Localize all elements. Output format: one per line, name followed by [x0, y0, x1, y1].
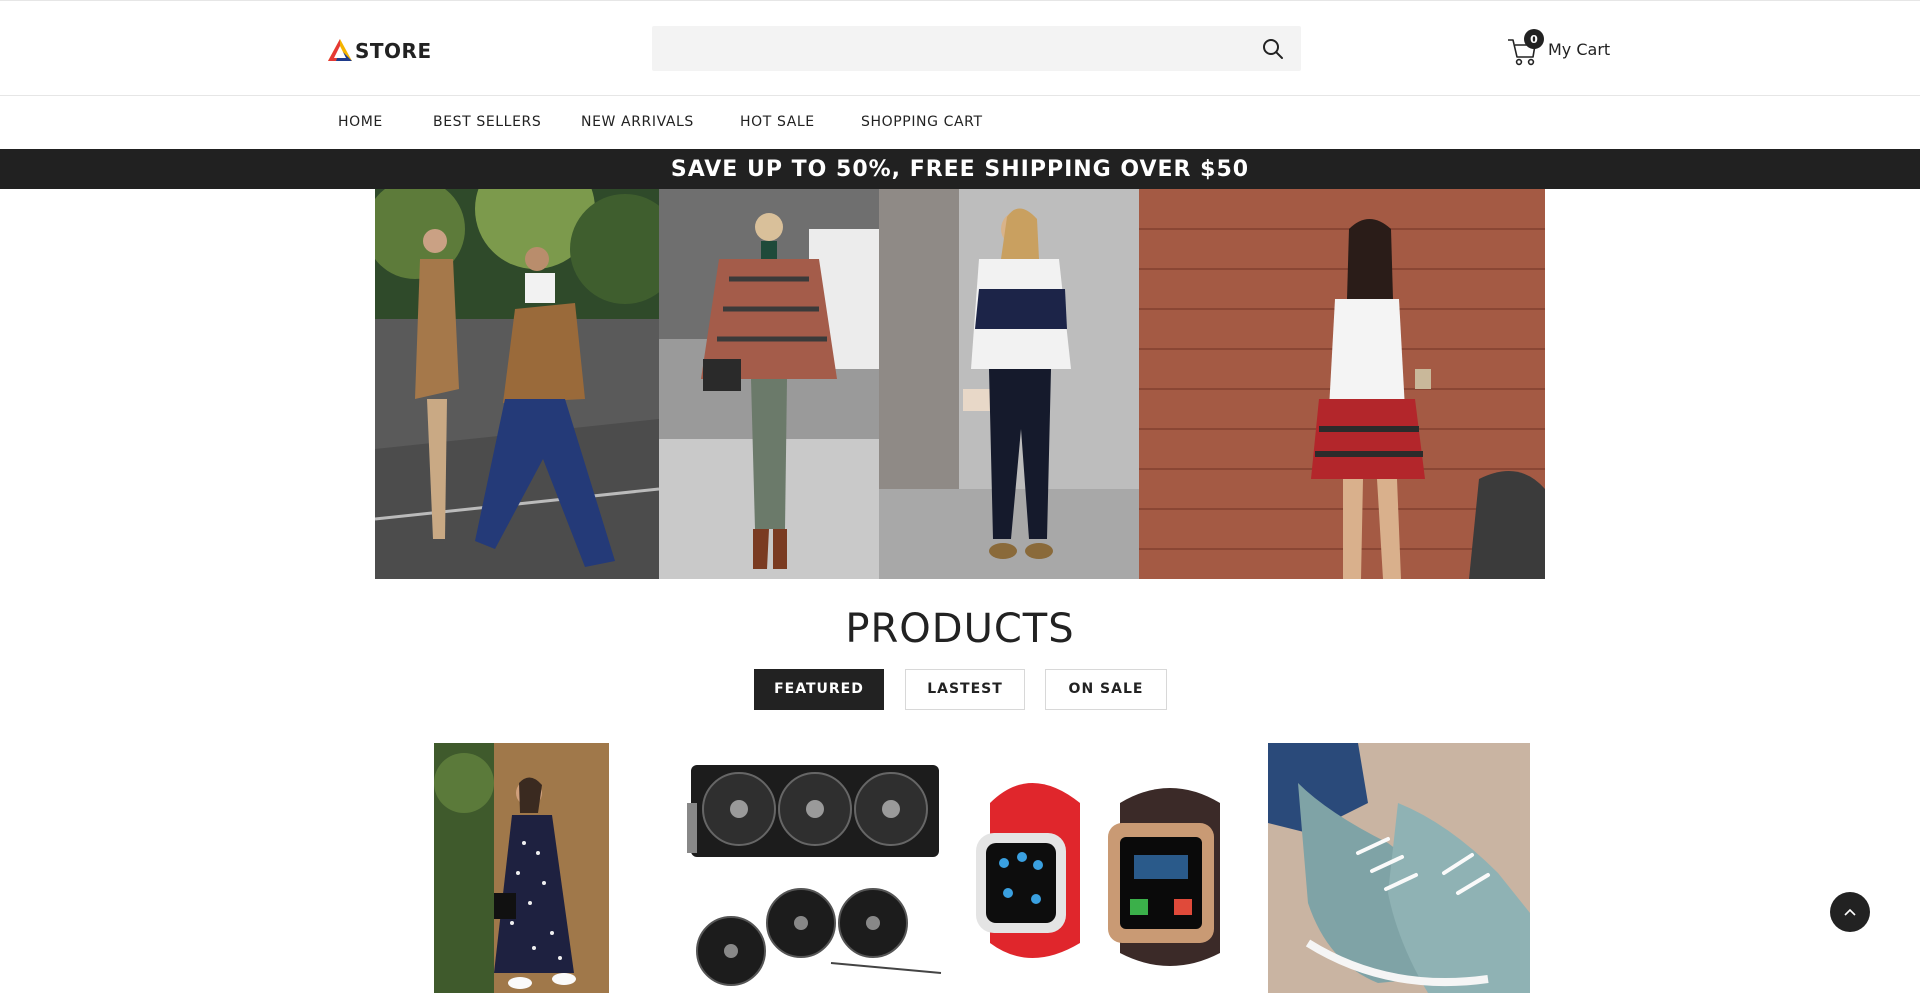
- logo-icon: [328, 39, 352, 61]
- banner-image-3: [879, 189, 1139, 579]
- product-card-smartwatch[interactable]: [970, 743, 1240, 993]
- main-nav: HOME BEST SELLERS NEW ARRIVALS HOT SALE …: [0, 96, 1920, 149]
- nav-item-new-arrivals[interactable]: NEW ARRIVALS: [581, 96, 694, 149]
- product-image-graphics-card: [681, 743, 947, 993]
- banner-image-4: [1139, 189, 1545, 579]
- nav-item-best-sellers[interactable]: BEST SELLERS: [433, 96, 541, 149]
- search-icon[interactable]: [1261, 37, 1285, 61]
- cart-label: My Cart: [1548, 39, 1611, 59]
- site-header: STORE 0 My Cart: [0, 0, 1920, 96]
- cart-icon: 0: [1506, 29, 1544, 67]
- tab-lastest[interactable]: LASTEST: [905, 669, 1025, 710]
- promo-text: SAVE UP TO 50%, FREE SHIPPING OVER $50: [670, 156, 1250, 182]
- product-card-graphics-card[interactable]: [681, 743, 947, 993]
- products-tabs: FEATURED LASTEST ON SALE: [0, 669, 1920, 710]
- hero-banner[interactable]: [375, 189, 1545, 579]
- product-card-dress[interactable]: [434, 743, 609, 993]
- products-title: PRODUCTS: [845, 606, 1075, 652]
- product-image-dress: [434, 743, 609, 993]
- back-to-top-button[interactable]: [1830, 892, 1870, 932]
- cart-button[interactable]: 0 My Cart: [1506, 29, 1610, 69]
- product-card-sneakers[interactable]: [1268, 743, 1530, 993]
- nav-item-home[interactable]: HOME: [338, 96, 383, 149]
- chevron-up-icon: [1844, 908, 1856, 916]
- search-bar: [652, 26, 1301, 71]
- search-input[interactable]: [652, 26, 1252, 71]
- nav-item-shopping-cart[interactable]: SHOPPING CART: [861, 96, 983, 149]
- banner-image-2: [659, 189, 879, 579]
- nav-item-hot-sale[interactable]: HOT SALE: [740, 96, 815, 149]
- logo-text: STORE: [355, 39, 432, 63]
- product-image-smartwatch: [970, 743, 1240, 993]
- product-image-sneakers: [1268, 743, 1530, 993]
- banner-image-1: [375, 189, 659, 579]
- tab-featured[interactable]: FEATURED: [754, 669, 884, 710]
- store-logo[interactable]: STORE: [326, 35, 432, 67]
- tab-on-sale[interactable]: ON SALE: [1045, 669, 1167, 710]
- promo-bar: SAVE UP TO 50%, FREE SHIPPING OVER $50: [0, 149, 1920, 189]
- cart-count-badge: 0: [1524, 29, 1544, 49]
